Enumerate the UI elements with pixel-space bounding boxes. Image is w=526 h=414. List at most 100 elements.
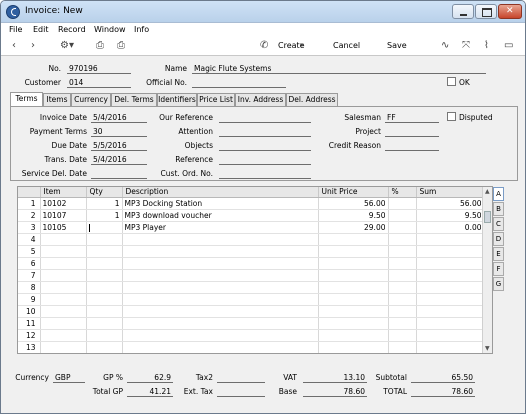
save-button[interactable]: Save — [387, 41, 407, 50]
cell-unit-price[interactable] — [318, 341, 389, 353]
cell-discount[interactable] — [388, 305, 417, 318]
gear-icon[interactable]: ⚙▾ — [60, 40, 74, 51]
cell-discount[interactable] — [388, 209, 417, 222]
salesman-field[interactable]: FF — [385, 112, 439, 123]
cell-sum[interactable]: 56.00 — [416, 197, 485, 210]
cell-unit-price[interactable] — [318, 305, 389, 318]
project-field[interactable] — [385, 126, 439, 137]
col-header-discount[interactable]: % — [388, 187, 417, 198]
cell-sum[interactable] — [416, 341, 485, 353]
cell-description[interactable] — [122, 341, 319, 353]
cell-qty[interactable] — [86, 221, 123, 234]
cell-discount[interactable] — [388, 257, 417, 270]
scroll-thumb[interactable] — [484, 211, 491, 223]
cell-discount[interactable] — [388, 341, 417, 353]
cell-unit-price[interactable]: 9.50 — [318, 209, 389, 222]
tab-terms[interactable]: Terms — [10, 92, 43, 106]
name-field[interactable]: Magic Flute Systems — [192, 63, 486, 74]
cell-sum[interactable] — [416, 317, 485, 330]
cell-discount[interactable] — [388, 329, 417, 342]
cell-item[interactable] — [40, 245, 87, 258]
tab-identifiers[interactable]: Identifiers — [157, 93, 197, 106]
col-header-item[interactable]: Item — [40, 187, 87, 198]
cell-qty[interactable] — [86, 245, 123, 258]
cell-item[interactable] — [40, 233, 87, 246]
side-tab-f[interactable]: F — [493, 262, 504, 276]
cell-item[interactable] — [40, 257, 87, 270]
credit-reason-field[interactable] — [385, 140, 439, 151]
official-no-field[interactable] — [192, 77, 286, 88]
cell-item[interactable] — [40, 341, 87, 353]
cell-item[interactable]: 10102 — [40, 197, 87, 210]
previous-record-icon[interactable]: ‹ — [12, 40, 16, 51]
invoice-date-field[interactable]: 5/4/2016 — [91, 112, 147, 123]
expand-icon[interactable]: ⤧ — [462, 40, 470, 51]
tab-inv-address[interactable]: Inv. Address — [235, 93, 286, 106]
cell-unit-price[interactable] — [318, 233, 389, 246]
cell-item[interactable] — [40, 281, 87, 294]
tab-items[interactable]: Items — [43, 93, 71, 106]
cell-unit-price[interactable] — [318, 329, 389, 342]
create-dropdown-icon[interactable]: ▾ — [300, 41, 304, 49]
attention-field[interactable] — [219, 126, 311, 137]
no-field[interactable]: 970196 — [67, 63, 131, 74]
grid-scrollbar[interactable]: ▲ ▼ — [482, 187, 492, 353]
minimize-button[interactable] — [452, 4, 474, 19]
cell-discount[interactable] — [388, 233, 417, 246]
cell-discount[interactable] — [388, 293, 417, 306]
cell-discount[interactable] — [388, 245, 417, 258]
side-tab-a[interactable]: A — [493, 187, 504, 201]
cell-description[interactable] — [122, 305, 319, 318]
cell-qty[interactable] — [86, 281, 123, 294]
cell-unit-price[interactable]: 29.00 — [318, 221, 389, 234]
menu-record[interactable]: Record — [58, 25, 86, 34]
cell-unit-price[interactable] — [318, 281, 389, 294]
customer-field[interactable]: 014 — [67, 77, 131, 88]
cell-item[interactable]: 10105 — [40, 221, 87, 234]
cell-qty[interactable] — [86, 329, 123, 342]
cust-ord-no-field[interactable] — [219, 168, 311, 179]
cell-item[interactable] — [40, 329, 87, 342]
cell-discount[interactable] — [388, 281, 417, 294]
cell-unit-price[interactable] — [318, 257, 389, 270]
cell-sum[interactable] — [416, 281, 485, 294]
tab-currency[interactable]: Currency — [71, 93, 111, 106]
cell-description[interactable] — [122, 245, 319, 258]
cell-description[interactable] — [122, 317, 319, 330]
side-tab-c[interactable]: C — [493, 217, 504, 231]
tab-del-address[interactable]: Del. Address — [286, 93, 338, 106]
cell-unit-price[interactable] — [318, 317, 389, 330]
currency-field[interactable]: GBP — [53, 372, 85, 383]
side-tab-e[interactable]: E — [493, 247, 504, 261]
cell-description[interactable]: MP3 Docking Station — [122, 197, 319, 210]
cell-sum[interactable] — [416, 293, 485, 306]
cell-qty[interactable] — [86, 293, 123, 306]
menu-edit[interactable]: Edit — [33, 25, 49, 34]
side-tab-b[interactable]: B — [493, 202, 504, 216]
cell-unit-price[interactable] — [318, 293, 389, 306]
cell-item[interactable]: 10107 — [40, 209, 87, 222]
cell-qty[interactable] — [86, 257, 123, 270]
print-preview-icon[interactable]: ⎙ — [117, 40, 125, 51]
maximize-button[interactable] — [475, 4, 497, 19]
trans-date-field[interactable]: 5/4/2016 — [91, 154, 147, 165]
toggle-view-icon[interactable]: ▭ — [504, 40, 513, 51]
col-header-sum[interactable]: Sum — [416, 187, 485, 198]
cell-unit-price[interactable] — [318, 269, 389, 282]
cell-qty[interactable]: 1 — [86, 209, 123, 222]
cell-description[interactable] — [122, 269, 319, 282]
cell-item[interactable] — [40, 305, 87, 318]
cell-discount[interactable] — [388, 317, 417, 330]
cell-item[interactable] — [40, 269, 87, 282]
service-del-date-field[interactable] — [91, 168, 147, 179]
cell-sum[interactable]: 0.00 — [416, 221, 485, 234]
side-tab-d[interactable]: D — [493, 232, 504, 246]
cell-qty[interactable]: 1 — [86, 197, 123, 210]
our-reference-field[interactable] — [219, 112, 311, 123]
cell-qty[interactable] — [86, 233, 123, 246]
cell-unit-price[interactable]: 56.00 — [318, 197, 389, 210]
cell-sum[interactable] — [416, 245, 485, 258]
menu-info[interactable]: Info — [134, 25, 149, 34]
cell-sum[interactable] — [416, 233, 485, 246]
cell-sum[interactable] — [416, 269, 485, 282]
